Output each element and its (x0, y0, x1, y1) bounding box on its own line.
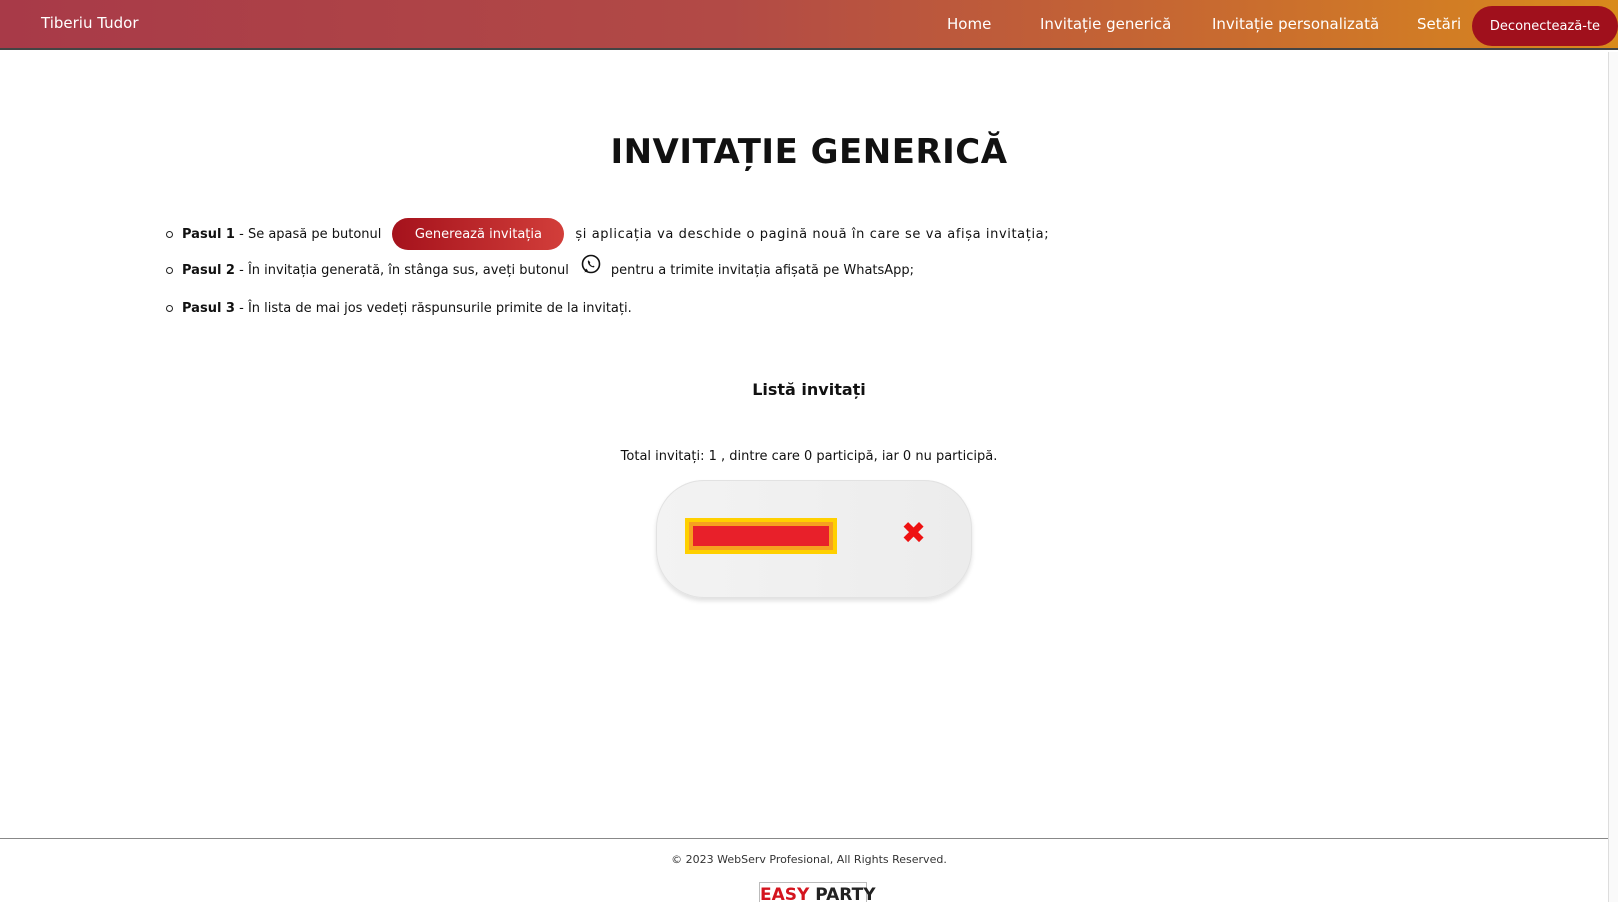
instructions-list: Pasul 1 - Se apasă pe butonul Generează … (166, 218, 1049, 328)
logo-easy: EASY (760, 885, 810, 902)
nav-link-generic-invitation[interactable]: Invitație generică (1040, 15, 1171, 33)
bullet-icon (166, 304, 173, 312)
page-title: INVITAȚIE GENERICĂ (610, 132, 1008, 172)
bullet-icon (166, 230, 173, 238)
guest-list-title: Listă invitați (752, 380, 866, 399)
brand-name[interactable]: Tiberiu Tudor (41, 14, 139, 32)
cross-icon: ✖ (901, 516, 927, 551)
nav-link-home[interactable]: Home (947, 15, 991, 33)
generate-invitation-button[interactable]: Generează invitația (392, 218, 565, 250)
whatsapp-icon (580, 253, 602, 275)
logout-button[interactable]: Deconectează-te (1472, 6, 1618, 46)
scrollbar[interactable] (1608, 52, 1618, 902)
top-navbar: Tiberiu Tudor Home Invitație generică In… (0, 0, 1618, 50)
step-text: - În invitația generată, în stânga sus, … (234, 262, 569, 278)
list-item-step-2: Pasul 2 - În invitația generată, în stân… (166, 252, 1049, 288)
nav-link-personalized-invitation[interactable]: Invitație personalizată (1212, 15, 1379, 33)
guest-name-highlight (685, 518, 837, 554)
step-text: - Se apasă pe butonul (234, 226, 382, 242)
nav-link-settings[interactable]: Setări (1417, 15, 1461, 33)
guest-card: ✖ (656, 480, 972, 598)
step-label: Pasul 3 (182, 300, 235, 316)
list-item-step-3: Pasul 3 - În lista de mai jos vedeți răs… (166, 288, 1049, 328)
footer-divider (0, 838, 1608, 839)
bullet-icon (166, 266, 173, 274)
step-text: - În lista de mai jos vedeți răspunsuril… (234, 300, 632, 316)
guest-summary: Total invitați: 1 , dintre care 0 partic… (620, 449, 998, 464)
step-text-after: pentru a trimite invitația afișată pe Wh… (610, 262, 915, 278)
easy-party-logo: EASY PARTY (759, 882, 876, 902)
step-text-after: și aplicația va deschide o pagină nouă î… (575, 226, 1050, 242)
logo-party: PARTY (815, 885, 876, 902)
step-label: Pasul 1 (182, 226, 235, 242)
step-label: Pasul 2 (182, 262, 235, 278)
list-item-step-1: Pasul 1 - Se apasă pe butonul Generează … (166, 218, 1049, 250)
copyright-text: © 2023 WebServ Profesional, All Rights R… (671, 853, 947, 866)
page: Tiberiu Tudor Home Invitație generică In… (0, 0, 1618, 902)
guest-name (693, 526, 829, 546)
